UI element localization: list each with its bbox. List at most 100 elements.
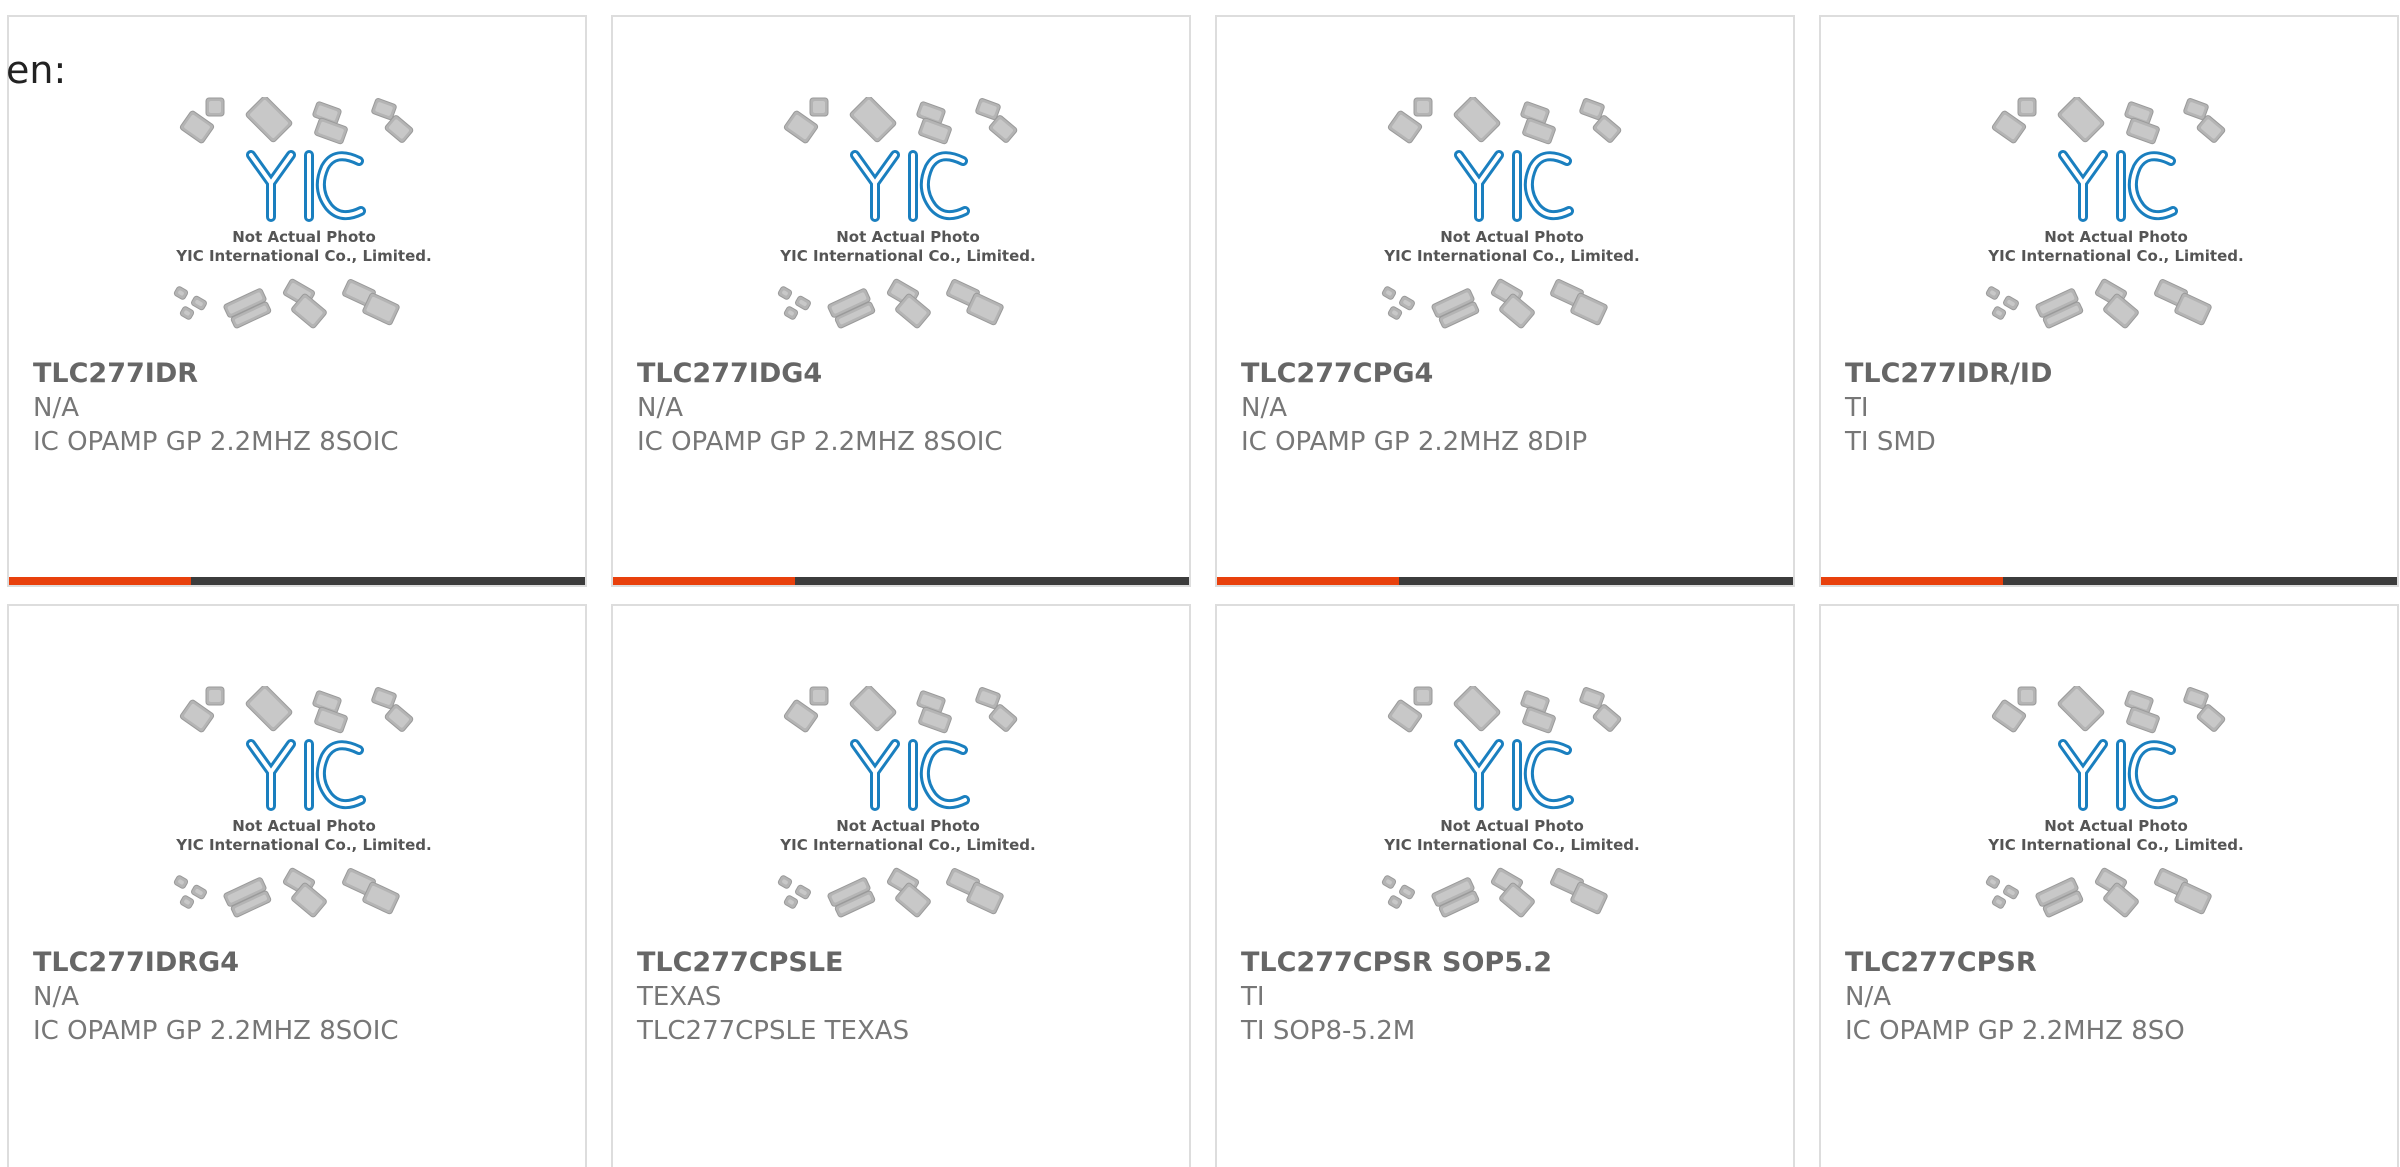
not-actual-photo-caption: Not Actual Photo <box>836 228 980 246</box>
ic-chip-icon <box>1453 686 1501 732</box>
ic-chip-icon <box>2017 686 2037 706</box>
company-caption: YIC International Co., Limited. <box>1383 836 1639 854</box>
ic-chip-icon <box>1522 706 1556 734</box>
ic-chip-icon <box>2126 117 2160 145</box>
ic-chip-icon <box>849 97 897 143</box>
product-placeholder-graphic: Not Actual PhotoYIC International Co., L… <box>777 97 1036 329</box>
part-number[interactable]: TLC277CPG4 <box>1241 358 1433 389</box>
card-bottom-bar <box>613 577 1189 585</box>
yic-logo-icon <box>850 150 970 222</box>
description: IC OPAMP GP 2.2MHZ 8DIP <box>1241 427 1588 457</box>
ic-chip-icon <box>205 97 225 117</box>
description: TLC277CPSLE TEXAS <box>637 1016 910 1046</box>
product-image: Not Actual Photo YIC International Co., L… <box>159 686 439 926</box>
manufacturer: N/A <box>33 982 79 1012</box>
not-actual-photo-caption: Not Actual Photo <box>2044 228 2188 246</box>
description: TI SMD <box>1845 427 1936 457</box>
part-number[interactable]: TLC277IDG4 <box>637 358 822 389</box>
product-card[interactable]: Not Actual Photo YIC International Co., L… <box>1215 15 1795 587</box>
product-card[interactable]: Not Actual Photo YIC International Co., L… <box>611 15 1191 587</box>
ic-chip-icon <box>1985 875 2001 889</box>
card-bar-accent <box>9 577 191 585</box>
ic-chip-icon <box>1387 895 1403 909</box>
yic-logo-icon <box>2058 150 2178 222</box>
ic-chip-icon <box>2003 295 2019 311</box>
product-image: Not Actual Photo YIC International Co., L… <box>159 97 439 337</box>
ic-chip-icon <box>1399 295 1415 311</box>
yic-logo-icon <box>850 739 970 811</box>
language-label: en: <box>6 48 67 92</box>
product-placeholder-graphic: Not Actual PhotoYIC International Co., L… <box>1985 686 2244 918</box>
product-placeholder-graphic: Not Actual PhotoYIC International Co., L… <box>173 97 432 329</box>
ic-chip-icon <box>918 706 952 734</box>
product-card[interactable]: Not Actual Photo YIC International Co., L… <box>1819 15 2399 587</box>
company-caption: YIC International Co., Limited. <box>175 836 431 854</box>
product-placeholder-graphic: Not Actual PhotoYIC International Co., L… <box>173 686 432 918</box>
product-card[interactable]: Not Actual Photo YIC International Co., L… <box>611 604 1191 1167</box>
ic-chip-icon <box>245 686 293 732</box>
ic-chip-icon <box>2057 97 2105 143</box>
product-card[interactable]: Not Actual Photo YIC International Co., L… <box>7 15 587 587</box>
ic-chip-icon <box>314 706 348 734</box>
yic-logo-icon <box>246 150 366 222</box>
card-bottom-bar <box>1217 577 1793 585</box>
company-caption: YIC International Co., Limited. <box>1987 836 2243 854</box>
ic-chip-icon <box>173 286 189 300</box>
description: TI SOP8-5.2M <box>1241 1016 1416 1046</box>
card-bar-accent <box>613 577 795 585</box>
ic-chip-icon <box>314 117 348 145</box>
part-number[interactable]: TLC277IDRG4 <box>33 947 239 978</box>
description: IC OPAMP GP 2.2MHZ 8SOIC <box>637 427 1003 457</box>
description: IC OPAMP GP 2.2MHZ 8SO <box>1845 1016 2185 1046</box>
ic-chip-icon <box>205 686 225 706</box>
product-card[interactable]: Not Actual Photo YIC International Co., L… <box>1215 604 1795 1167</box>
ic-chip-icon <box>1453 97 1501 143</box>
product-placeholder-graphic: Not Actual PhotoYIC International Co., L… <box>1381 686 1640 918</box>
not-actual-photo-caption: Not Actual Photo <box>1440 817 1584 835</box>
ic-chip-icon <box>1413 97 1433 117</box>
ic-chip-icon <box>1991 306 2007 320</box>
part-number[interactable]: TLC277IDR <box>33 358 198 389</box>
part-number[interactable]: TLC277CPSR SOP5.2 <box>1241 947 1552 978</box>
part-number[interactable]: TLC277IDR/ID <box>1845 358 2052 389</box>
ic-chip-icon <box>809 97 829 117</box>
manufacturer: TEXAS <box>637 982 722 1012</box>
not-actual-photo-caption: Not Actual Photo <box>836 817 980 835</box>
ic-chip-icon <box>1381 286 1397 300</box>
card-bottom-bar <box>9 577 585 585</box>
ic-chip-icon <box>1413 686 1433 706</box>
not-actual-photo-caption: Not Actual Photo <box>2044 817 2188 835</box>
ic-chip-icon <box>173 875 189 889</box>
ic-chip-icon <box>2003 884 2019 900</box>
ic-chip-icon <box>179 895 195 909</box>
company-caption: YIC International Co., Limited. <box>1383 247 1639 265</box>
product-placeholder-graphic: Not Actual PhotoYIC International Co., L… <box>1985 97 2244 329</box>
product-card[interactable]: Not Actual Photo YIC International Co., L… <box>1819 604 2399 1167</box>
ic-chip-icon <box>245 97 293 143</box>
product-image: Not Actual Photo YIC International Co., L… <box>763 686 1043 926</box>
not-actual-photo-caption: Not Actual Photo <box>232 817 376 835</box>
ic-chip-icon <box>1985 286 2001 300</box>
ic-chip-icon <box>2126 706 2160 734</box>
ic-chip-icon <box>783 306 799 320</box>
ic-chip-icon <box>777 875 793 889</box>
product-placeholder-graphic: Not Actual PhotoYIC International Co., L… <box>777 686 1036 918</box>
not-actual-photo-caption: Not Actual Photo <box>1440 228 1584 246</box>
product-card[interactable]: Not Actual Photo YIC International Co., L… <box>7 604 587 1167</box>
product-image: Not Actual Photo YIC International Co., L… <box>1971 97 2251 337</box>
ic-chip-icon <box>2017 97 2037 117</box>
manufacturer: TI <box>1845 393 1869 423</box>
manufacturer: TI <box>1241 982 1265 1012</box>
part-number[interactable]: TLC277CPSR <box>1845 947 2037 978</box>
ic-chip-icon <box>1387 306 1403 320</box>
ic-chip-icon <box>1399 884 1415 900</box>
company-caption: YIC International Co., Limited. <box>779 247 1035 265</box>
yic-logo-icon <box>1454 150 1574 222</box>
manufacturer: N/A <box>1845 982 1891 1012</box>
manufacturer: N/A <box>33 393 79 423</box>
product-image: Not Actual Photo YIC International Co., L… <box>763 97 1043 337</box>
part-number[interactable]: TLC277CPSLE <box>637 947 844 978</box>
manufacturer: N/A <box>1241 393 1287 423</box>
company-caption: YIC International Co., Limited. <box>1987 247 2243 265</box>
card-bottom-bar <box>1821 577 2397 585</box>
